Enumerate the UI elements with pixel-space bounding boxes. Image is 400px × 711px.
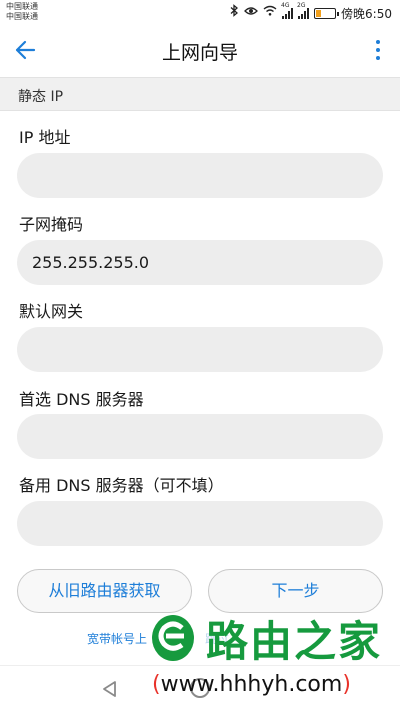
carrier-1: 中国联通 — [6, 2, 38, 11]
wifi-icon — [263, 4, 277, 22]
more-options-icon[interactable] — [370, 36, 386, 64]
signal-icon: 4G — [281, 2, 294, 19]
status-clock: 傍晚6:50 — [341, 6, 392, 21]
ip-address-label: IP 地址 — [19, 128, 71, 147]
watermark: 路由之家 (www.hhhyh.com) — [150, 606, 400, 711]
eye-icon — [244, 4, 258, 22]
subnet-mask-label: 子网掩码 — [19, 215, 84, 234]
bluetooth-icon — [230, 3, 239, 23]
status-icons: 4G 2G 傍晚6:50 — [230, 2, 392, 23]
default-gateway-input[interactable] — [17, 327, 383, 372]
carrier-2: 中国联通 — [6, 12, 38, 21]
watermark-brand: 路由之家 — [206, 617, 383, 666]
watermark-url: (www.hhhyh.com) — [152, 672, 351, 697]
section-header: 静态 IP — [0, 77, 400, 111]
title-bar: 上网向导 — [0, 26, 400, 74]
section-title: 静态 IP — [18, 89, 64, 105]
subnet-mask-input[interactable] — [17, 240, 383, 285]
ip-address-input[interactable] — [17, 153, 383, 198]
pppoe-account-link[interactable]: 宽带帐号上 — [87, 630, 147, 647]
status-bar: 中国联通 中国联通 4G 2G 傍晚6:50 — [0, 0, 400, 26]
signal-icon: 2G — [297, 2, 310, 19]
carrier-labels: 中国联通 中国联通 — [6, 2, 38, 22]
primary-dns-input[interactable] — [17, 414, 383, 459]
watermark-logo-icon — [150, 610, 196, 664]
default-gateway-label: 默认网关 — [19, 302, 84, 321]
page-title: 上网向导 — [161, 42, 238, 64]
secondary-dns-label: 备用 DNS 服务器（可不填） — [19, 476, 224, 495]
secondary-dns-input[interactable] — [17, 501, 383, 546]
battery-icon — [314, 7, 340, 19]
nav-back-icon[interactable] — [100, 679, 120, 699]
primary-dns-label: 首选 DNS 服务器 — [19, 390, 144, 409]
